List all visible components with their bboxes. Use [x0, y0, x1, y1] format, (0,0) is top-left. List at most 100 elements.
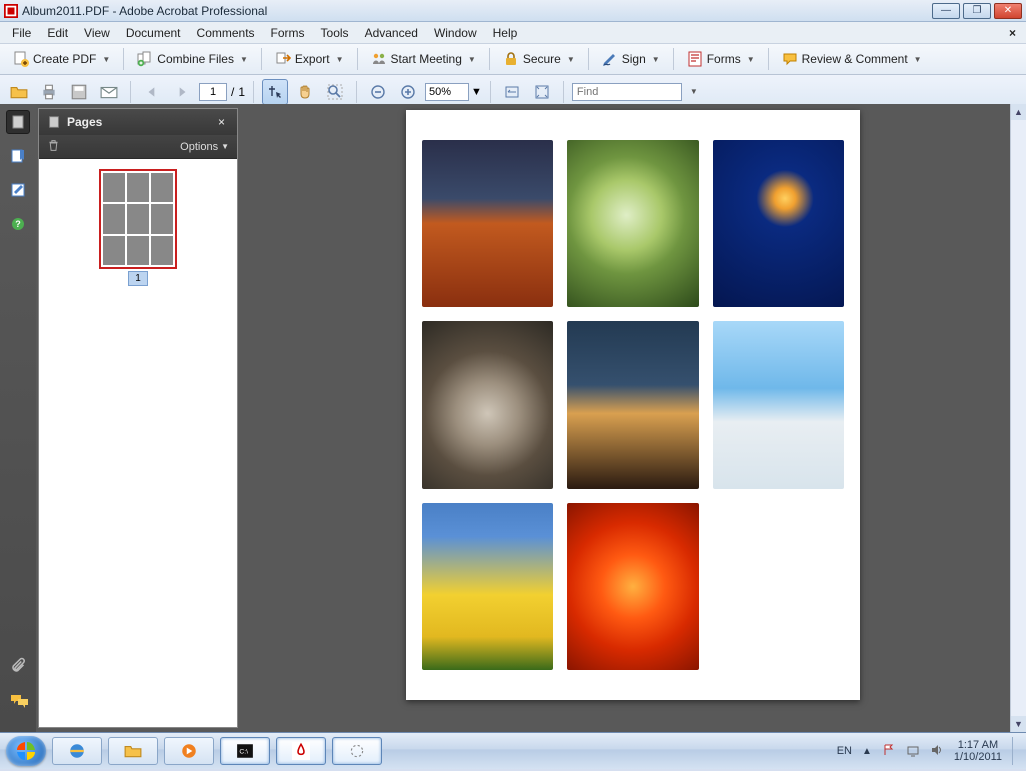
task-ie[interactable] — [52, 737, 102, 765]
network-icon[interactable] — [906, 743, 920, 760]
task-unknown[interactable] — [332, 737, 382, 765]
tray-expand-icon[interactable]: ▲ — [862, 746, 872, 757]
vertical-scrollbar[interactable]: ▲ ▼ — [1010, 104, 1026, 732]
task-cmd[interactable]: C:\ — [220, 737, 270, 765]
sign-button[interactable]: Sign▼ — [595, 47, 667, 71]
pages-panel-button[interactable] — [6, 110, 30, 134]
show-desktop-button[interactable] — [1012, 737, 1020, 765]
task-mediaplayer[interactable] — [164, 737, 214, 765]
forms-label: Forms — [707, 52, 741, 66]
scroll-up-button[interactable]: ▲ — [1011, 104, 1026, 120]
create-pdf-label: Create PDF — [33, 52, 96, 66]
task-acrobat[interactable] — [276, 737, 326, 765]
zoom-out-button[interactable] — [365, 79, 391, 105]
forms-icon — [687, 51, 703, 67]
secure-label: Secure — [523, 52, 561, 66]
find-box — [572, 82, 682, 101]
review-comment-button[interactable]: Review & Comment▼ — [775, 47, 929, 71]
start-meeting-button[interactable]: Start Meeting▼ — [364, 47, 483, 71]
action-flag-icon[interactable] — [882, 743, 896, 760]
combine-files-button[interactable]: Combine Files▼ — [130, 47, 255, 71]
menubar: File Edit View Document Comments Forms T… — [0, 22, 1026, 44]
document-close-button[interactable]: × — [1003, 26, 1022, 40]
forms-button[interactable]: Forms▼ — [680, 47, 762, 71]
menu-advanced[interactable]: Advanced — [357, 24, 426, 42]
email-button[interactable] — [96, 79, 122, 105]
menu-document[interactable]: Document — [118, 24, 189, 42]
meeting-icon — [371, 51, 387, 67]
photo-chrysanthemum — [567, 503, 698, 670]
start-meeting-label: Start Meeting — [391, 52, 462, 66]
system-tray: EN ▲ 1:17 AM 1/10/2011 — [837, 737, 1020, 765]
menu-file[interactable]: File — [4, 24, 39, 42]
menu-help[interactable]: Help — [485, 24, 526, 42]
thumbnails-area[interactable]: 1 — [39, 159, 237, 727]
export-button[interactable]: Export▼ — [268, 47, 351, 71]
secure-button[interactable]: Secure▼ — [496, 47, 582, 71]
photo-jellyfish — [713, 140, 844, 307]
page-thumbnail-1[interactable] — [99, 169, 177, 269]
pages-panel-close[interactable]: × — [214, 115, 229, 129]
start-button[interactable] — [6, 736, 46, 766]
menu-forms[interactable]: Forms — [263, 24, 313, 42]
volume-icon[interactable] — [930, 743, 944, 760]
trash-icon[interactable] — [47, 139, 60, 155]
minimize-button[interactable]: — — [932, 3, 960, 19]
menu-view[interactable]: View — [76, 24, 118, 42]
photo-empty — [713, 503, 844, 670]
windows-taskbar: C:\ EN ▲ 1:17 AM 1/10/2011 — [0, 732, 1026, 769]
pdf-page — [406, 110, 860, 700]
page-indicator: / 1 — [199, 83, 245, 101]
menu-tools[interactable]: Tools — [313, 24, 357, 42]
create-pdf-button[interactable]: Create PDF▼ — [6, 47, 117, 71]
prev-page-button[interactable] — [139, 79, 165, 105]
pages-options-button[interactable]: Options▼ — [180, 141, 229, 153]
maximize-button[interactable]: ❐ — [963, 3, 991, 19]
menu-window[interactable]: Window — [426, 24, 485, 42]
clock-time: 1:17 AM — [954, 739, 1002, 751]
pages-panel-title: Pages — [67, 115, 214, 129]
attachments-button[interactable] — [10, 657, 28, 680]
pages-panel-tools: Options▼ — [39, 135, 237, 159]
bookmarks-panel-button[interactable] — [6, 144, 30, 168]
photo-lighthouse — [567, 321, 698, 488]
combine-files-icon — [137, 51, 153, 67]
fit-page-button[interactable] — [529, 79, 555, 105]
document-area[interactable] — [240, 104, 1026, 732]
comment-icon — [782, 51, 798, 67]
open-button[interactable] — [6, 79, 32, 105]
scroll-down-button[interactable]: ▼ — [1011, 716, 1026, 732]
signatures-panel-button[interactable] — [6, 178, 30, 202]
workspace: ? Pages × Options▼ 1 — [0, 104, 1026, 732]
marquee-zoom-button[interactable] — [322, 79, 348, 105]
print-button[interactable] — [36, 79, 62, 105]
pages-panel-header: Pages × — [39, 109, 237, 135]
hand-tool-button[interactable] — [292, 79, 318, 105]
photo-tulips — [422, 503, 553, 670]
next-page-button[interactable] — [169, 79, 195, 105]
export-icon — [275, 51, 291, 67]
photo-hydrangea — [567, 140, 698, 307]
find-input[interactable] — [572, 83, 682, 101]
help-button[interactable]: ? — [6, 212, 30, 236]
zoom-in-button[interactable] — [395, 79, 421, 105]
select-tool-button[interactable] — [262, 79, 288, 105]
task-explorer[interactable] — [108, 737, 158, 765]
comments-button[interactable] — [10, 693, 30, 714]
find-dropdown[interactable]: ▼ — [690, 87, 698, 96]
menu-comments[interactable]: Comments — [189, 24, 263, 42]
photo-koala — [422, 321, 553, 488]
save-button[interactable] — [66, 79, 92, 105]
zoom-dropdown[interactable]: ▼ — [471, 86, 482, 98]
zoom-input[interactable] — [425, 83, 469, 101]
clock-date: 1/10/2011 — [954, 751, 1002, 763]
page-sep: / — [231, 85, 234, 99]
page-number-input[interactable] — [199, 83, 227, 101]
close-button[interactable]: ✕ — [994, 3, 1022, 19]
menu-edit[interactable]: Edit — [39, 24, 76, 42]
fit-width-button[interactable] — [499, 79, 525, 105]
lang-indicator[interactable]: EN — [837, 745, 852, 757]
export-label: Export — [295, 52, 330, 66]
clock[interactable]: 1:17 AM 1/10/2011 — [954, 739, 1002, 763]
window-title: Album2011.PDF - Adobe Acrobat Profession… — [22, 4, 932, 18]
